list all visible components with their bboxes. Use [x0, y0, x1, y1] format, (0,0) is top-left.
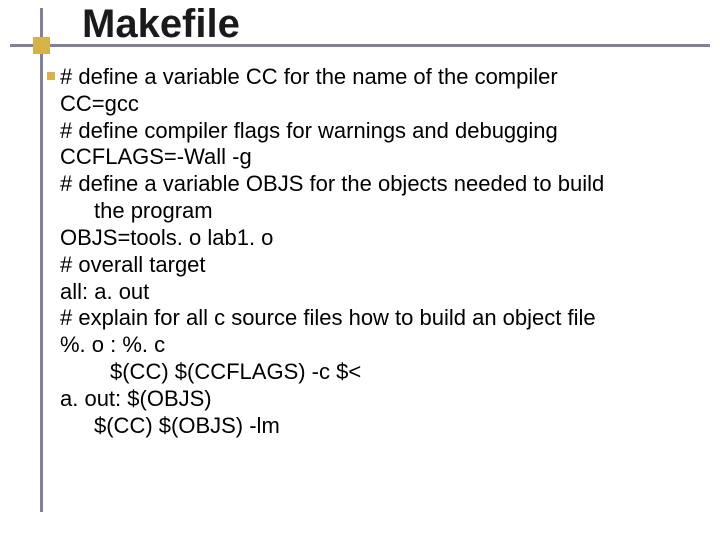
bullet-square: [47, 72, 55, 80]
slide-body: # define a variable CC for the name of t…: [60, 64, 680, 440]
code-line-continuation: the program: [60, 198, 680, 225]
code-line: # overall target: [60, 252, 680, 279]
code-line: CC=gcc: [60, 91, 680, 118]
vertical-rule: [40, 8, 43, 512]
code-line: # define a variable OBJS for the objects…: [60, 171, 680, 198]
code-line-indented: $(CC) $(OBJS) -lm: [60, 413, 680, 440]
code-line: # define compiler flags for warnings and…: [60, 118, 680, 145]
code-line-indented: $(CC) $(CCFLAGS) -c $<: [60, 359, 680, 386]
slide: Makefile # define a variable CC for the …: [0, 0, 720, 540]
code-line: # define a variable CC for the name of t…: [60, 64, 680, 91]
code-line: OBJS=tools. o lab1. o: [60, 225, 680, 252]
code-line: CCFLAGS=-Wall -g: [60, 144, 680, 171]
code-line: # explain for all c source files how to …: [60, 305, 680, 332]
code-line: all: a. out: [60, 279, 680, 306]
corner-accent-square: [33, 37, 50, 54]
code-line: %. o : %. c: [60, 332, 680, 359]
slide-title: Makefile: [82, 2, 240, 47]
code-line: a. out: $(OBJS): [60, 386, 680, 413]
